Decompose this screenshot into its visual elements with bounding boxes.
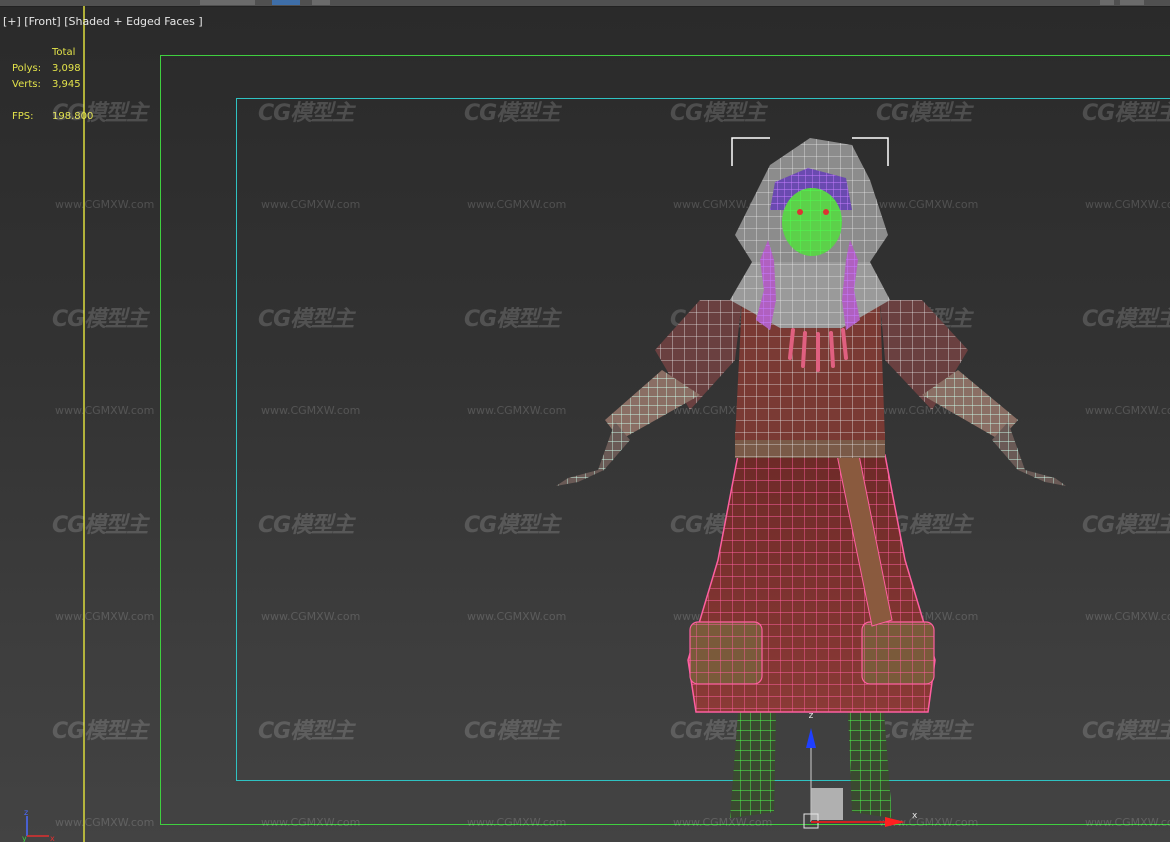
tripod-z-label: z: [24, 808, 28, 817]
front-viewport[interactable]: [+] [Front] [Shaded + Edged Faces ] Tota…: [0, 0, 1170, 842]
tripod-x-label: x: [50, 834, 55, 842]
character-model[interactable]: z x: [0, 0, 1170, 842]
z-axis-arrow: [806, 728, 816, 748]
tripod-y-label: y: [22, 834, 27, 842]
x-axis-arrow: [885, 817, 905, 827]
gizmo-z-label: z: [809, 711, 814, 721]
character-torso: [655, 262, 968, 440]
gizmo-plane-handle: [811, 788, 843, 820]
axis-tripod: z y x: [22, 808, 55, 842]
character-robe: [687, 432, 936, 713]
gizmo-x-label: x: [912, 811, 918, 821]
